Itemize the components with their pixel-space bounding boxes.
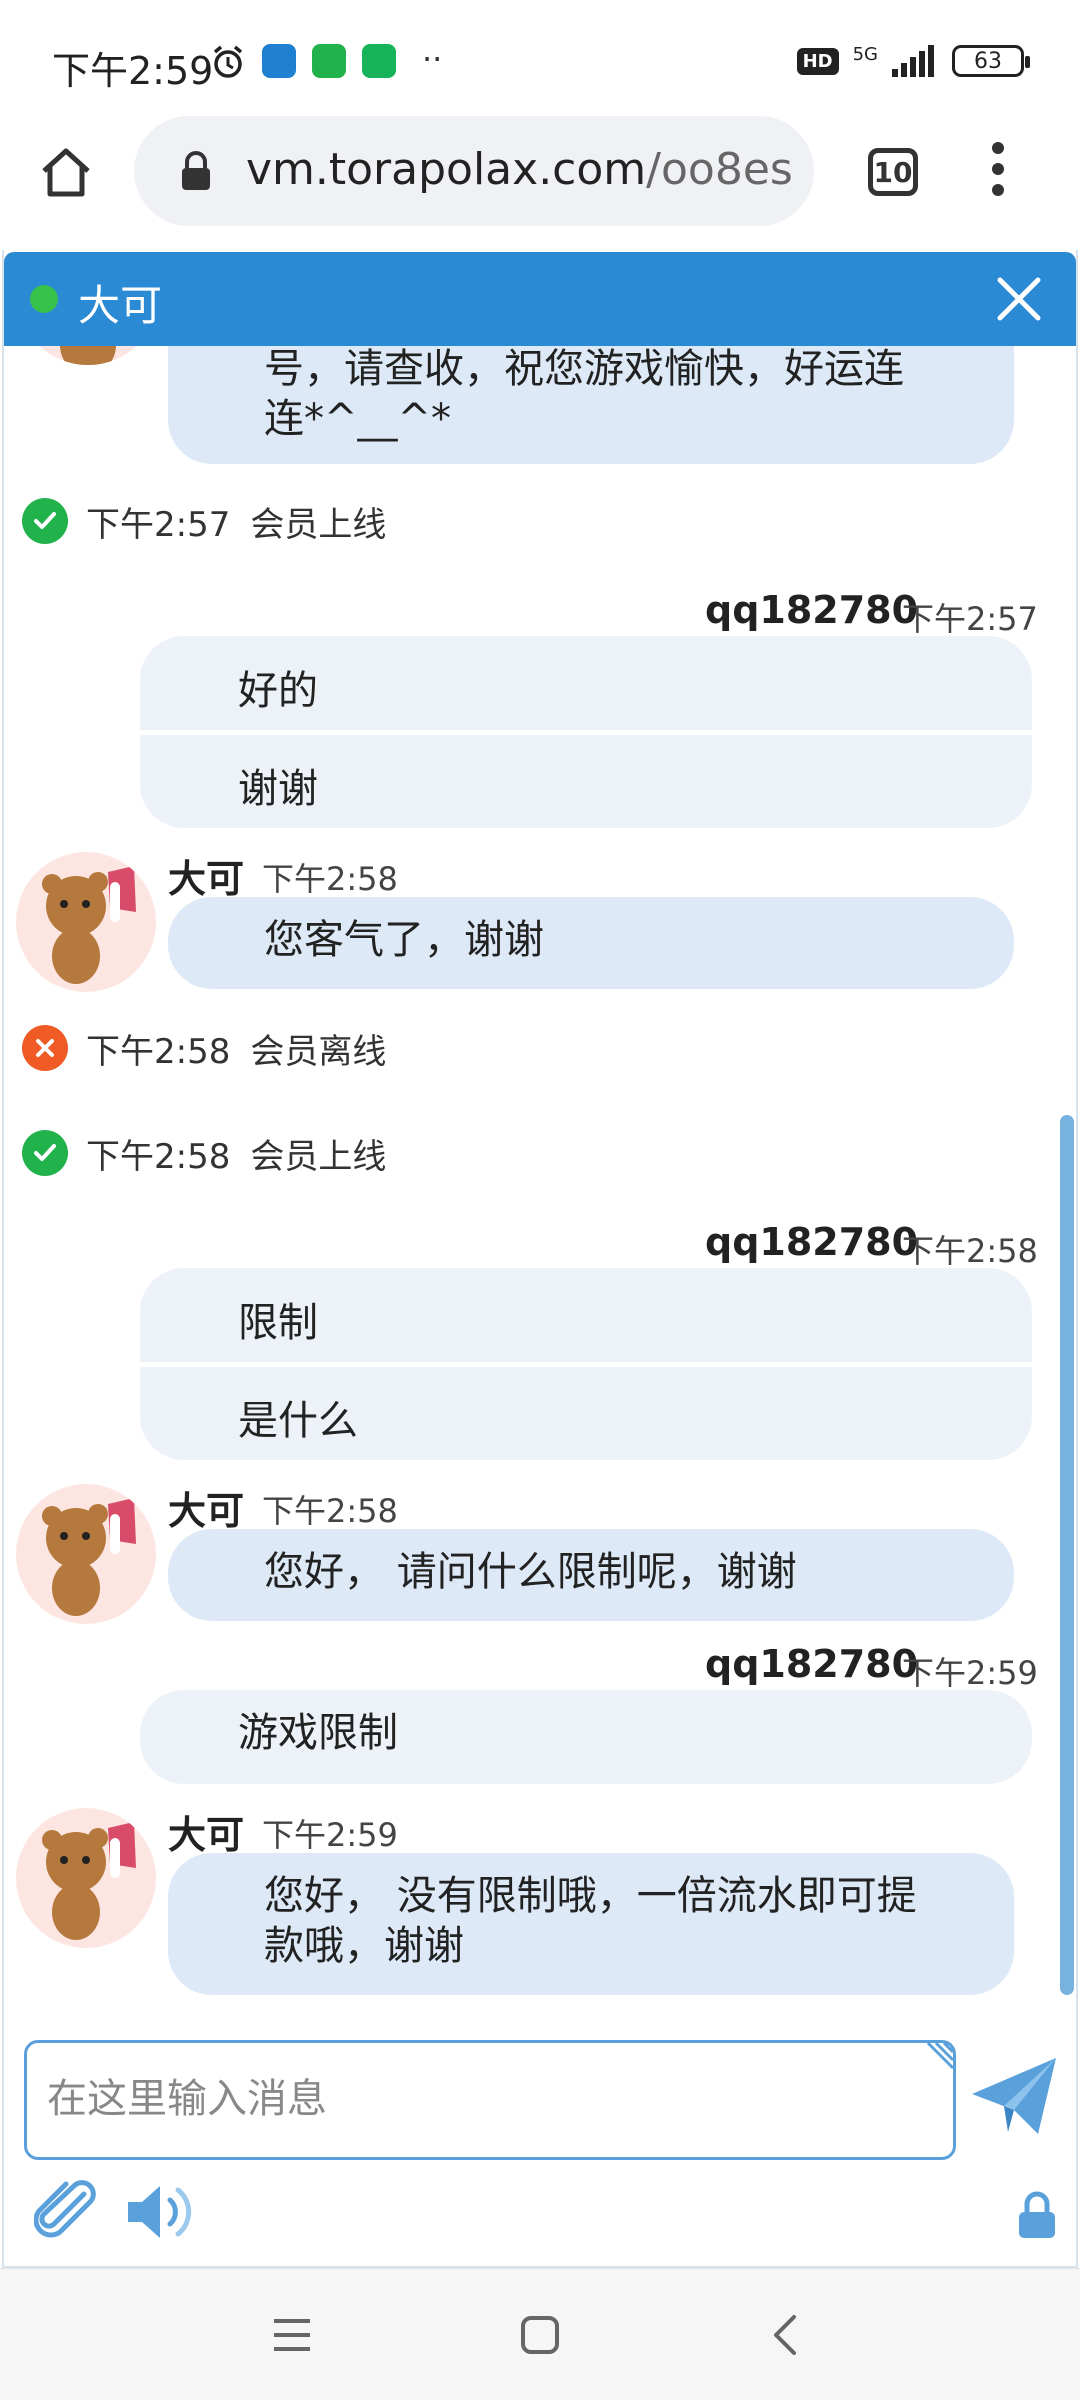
- message-line: 连*^__^*: [264, 396, 452, 442]
- message-line: 限制: [238, 1300, 318, 1346]
- agent-message-bubble: 您好， 没有限制哦，一倍流水即可提 款哦，谢谢: [168, 1853, 1014, 1995]
- agent-avatar: [16, 1808, 156, 1948]
- system-notice: 下午2:57 会员上线: [22, 497, 386, 545]
- back-icon[interactable]: [770, 2313, 800, 2357]
- message-time: 下午2:58: [262, 860, 398, 898]
- signal-icon: [892, 45, 934, 77]
- notice-text: 会员离线: [250, 1031, 387, 1072]
- close-icon[interactable]: [992, 272, 1046, 326]
- agent-avatar: [16, 852, 156, 992]
- chat-scrollbar[interactable]: [1060, 1115, 1074, 1995]
- network-type: 5G: [852, 43, 878, 65]
- message-time: 下午2:59: [262, 1816, 398, 1854]
- menu-icon[interactable]: [272, 2315, 312, 2355]
- tab-count: 10: [873, 155, 913, 189]
- message-line: 是什么: [238, 1398, 358, 1444]
- hd-badge: HD: [796, 47, 839, 75]
- battery-level: 63: [974, 48, 1002, 74]
- send-icon[interactable]: [968, 2050, 1060, 2142]
- agent-name: 大可: [168, 857, 245, 901]
- system-navigation-bar: [0, 2268, 1080, 2400]
- system-notice: 下午2:58 会员上线: [22, 1129, 386, 1177]
- message-time: 下午2:57: [902, 600, 1038, 638]
- wechat-icon: [312, 44, 346, 78]
- app-notification-icon: [262, 44, 296, 78]
- more-notifications-icon: ··: [422, 40, 443, 78]
- user-message-bubble: 游戏限制: [140, 1690, 1032, 1784]
- message-line: 号，请查收，祝您游戏愉快，好运连: [264, 346, 904, 392]
- check-circle-icon: [22, 498, 68, 544]
- agent-message-bubble: 您客气了，谢谢: [168, 897, 1014, 989]
- online-status-dot: [30, 285, 58, 313]
- agent-avatar: [16, 1484, 156, 1624]
- message-time: 下午2:58: [902, 1232, 1038, 1270]
- agent-name: 大可: [168, 1489, 245, 1533]
- message-time: 下午2:58: [262, 1492, 398, 1530]
- status-bar: 下午2:59 ·· HD 5G 63: [0, 0, 1080, 120]
- bubble-divider: [140, 730, 1032, 735]
- notice-time: 下午2:58: [86, 1031, 231, 1072]
- notice-text: 会员上线: [250, 504, 387, 545]
- url-host: vm.torapolax.com: [246, 144, 647, 195]
- message-time: 下午2:59: [902, 1654, 1038, 1692]
- home-icon[interactable]: [38, 144, 94, 200]
- message-line: 游戏限制: [238, 1710, 398, 1756]
- resize-grip-icon[interactable]: [922, 2040, 956, 2074]
- lock-icon[interactable]: [1016, 2190, 1058, 2240]
- chat-header: 大可: [4, 252, 1076, 346]
- notice-text: 会员上线: [250, 1136, 387, 1177]
- status-time: 下午2:59: [52, 49, 214, 93]
- more-menu-icon[interactable]: [986, 142, 1010, 202]
- user-name: qq182780: [705, 1642, 919, 1686]
- system-notice: 下午2:58 会员离线: [22, 1024, 386, 1072]
- check-circle-icon: [22, 1130, 68, 1176]
- message-line: 您客气了，谢谢: [264, 917, 544, 963]
- message-line: 好的: [238, 668, 318, 714]
- tab-switcher-button[interactable]: 10: [868, 148, 918, 196]
- message-line: 谢谢: [238, 766, 318, 812]
- url-path: /oo8esps: [646, 144, 791, 195]
- lock-icon[interactable]: [178, 150, 214, 194]
- attachment-icon[interactable]: [34, 2180, 98, 2244]
- agent-message-bubble: 您好， 请问什么限制呢，谢谢: [168, 1529, 1014, 1621]
- message-input[interactable]: [47, 2069, 927, 2129]
- message-line: 款哦，谢谢: [264, 1923, 464, 1969]
- alarm-icon: [213, 45, 243, 78]
- message-input-box[interactable]: [24, 2040, 956, 2160]
- chat-agent-name: 大可: [78, 281, 163, 330]
- url-text[interactable]: vm.torapolax.com/oo8esps: [246, 144, 791, 195]
- battery-icon: 63: [952, 45, 1030, 77]
- notice-time: 下午2:57: [86, 504, 231, 545]
- bubble-divider: [140, 1362, 1032, 1367]
- agent-name: 大可: [168, 1813, 245, 1857]
- notice-time: 下午2:58: [86, 1136, 231, 1177]
- user-name: qq182780: [705, 1220, 919, 1264]
- speaker-icon[interactable]: [124, 2180, 196, 2244]
- error-circle-icon: [22, 1025, 68, 1071]
- message-line: 您好， 没有限制哦，一倍流水即可提: [264, 1873, 917, 1919]
- home-button-icon[interactable]: [520, 2315, 560, 2355]
- message-line: 您好， 请问什么限制呢，谢谢: [264, 1549, 797, 1595]
- user-name: qq182780: [705, 588, 919, 632]
- agent-message-bubble: 号，请查收，祝您游戏愉快，好运连 连*^__^*: [168, 330, 1014, 464]
- phone-icon: [362, 44, 396, 78]
